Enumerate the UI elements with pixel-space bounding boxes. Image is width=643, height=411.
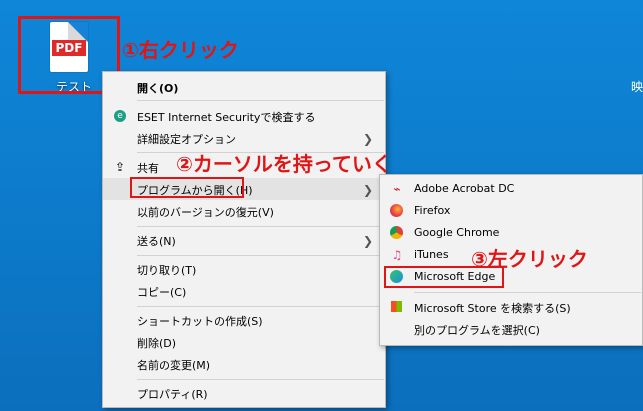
adobe-acrobat-icon: ⌁ (393, 182, 401, 196)
chrome-icon (390, 226, 403, 239)
desktop: PDF テスト 映 ①右クリック 開く(O) e ESET Internet S… (0, 0, 643, 411)
submenu-item-label: iTunes (414, 248, 449, 261)
submenu-item-label: Microsoft Store を検索する(S) (414, 302, 571, 315)
submenu-item-label: 別のプログラムを選択(C) (414, 324, 540, 337)
menu-item-label: 名前の変更(M) (137, 359, 211, 372)
menu-item-label: 共有 (137, 162, 159, 175)
menu-item-create-shortcut[interactable]: ショートカットの作成(S) (103, 309, 385, 331)
submenu-item-adobe-acrobat[interactable]: ⌁ Adobe Acrobat DC (380, 178, 642, 200)
desktop-edge-text: 映 (630, 80, 643, 94)
chevron-right-icon: ❯ (362, 234, 373, 248)
menu-item-delete[interactable]: 削除(D) (103, 331, 385, 353)
submenu-item-choose-other[interactable]: 別のプログラムを選択(C) (380, 318, 642, 340)
menu-item-properties[interactable]: プロパティ(R) (103, 382, 385, 404)
store-icon (391, 301, 402, 312)
menu-item-eset-scan[interactable]: e ESET Internet Securityで検査する (103, 105, 385, 127)
menu-item-label: 切り取り(T) (137, 264, 197, 277)
highlight-open-with-rect (130, 177, 244, 198)
menu-item-label: 削除(D) (137, 337, 177, 350)
menu-item-rename[interactable]: 名前の変更(M) (103, 353, 385, 375)
chevron-right-icon: ❯ (362, 183, 373, 197)
menu-separator (137, 379, 384, 380)
submenu-item-label: Firefox (414, 204, 451, 217)
submenu-item-chrome[interactable]: Google Chrome (380, 222, 642, 244)
submenu-item-store-search[interactable]: Microsoft Store を検索する(S) (380, 296, 642, 318)
annotation-step1: ①右クリック (122, 38, 239, 62)
firefox-icon (390, 204, 403, 217)
menu-item-label: 詳細設定オプション (137, 133, 236, 146)
menu-separator (414, 292, 641, 293)
menu-item-advanced-options[interactable]: 詳細設定オプション ❯ (103, 127, 385, 149)
menu-item-label: コピー(C) (137, 286, 187, 299)
menu-separator (137, 226, 384, 227)
menu-item-open[interactable]: 開く(O) (103, 76, 385, 98)
menu-separator (137, 255, 384, 256)
chevron-right-icon: ❯ (362, 132, 373, 146)
menu-item-copy[interactable]: コピー(C) (103, 280, 385, 302)
submenu-item-label: Adobe Acrobat DC (414, 182, 515, 195)
share-icon: ⇪ (114, 160, 126, 174)
submenu-item-label: Google Chrome (414, 226, 500, 239)
menu-item-send-to[interactable]: 送る(N) ❯ (103, 229, 385, 251)
itunes-icon: ♫ (391, 248, 403, 262)
context-menu: 開く(O) e ESET Internet Securityで検査する 詳細設定… (102, 71, 386, 408)
eset-icon: e (114, 110, 126, 122)
menu-item-label: 以前のバージョンの復元(V) (137, 206, 274, 219)
menu-item-restore-previous[interactable]: 以前のバージョンの復元(V) (103, 200, 385, 222)
submenu-item-firefox[interactable]: Firefox (380, 200, 642, 222)
menu-item-label: プロパティ(R) (137, 388, 208, 401)
annotation-step2: ②カーソルを持っていく (176, 152, 392, 176)
menu-item-cut[interactable]: 切り取り(T) (103, 258, 385, 280)
menu-separator (137, 306, 384, 307)
menu-item-label: 送る(N) (137, 235, 176, 248)
menu-item-label: 開く(O) (137, 82, 179, 95)
menu-item-label: ショートカットの作成(S) (137, 315, 263, 328)
menu-item-label: ESET Internet Securityで検査する (137, 111, 316, 124)
annotation-step3: ③左クリック (471, 247, 588, 271)
menu-separator (137, 100, 384, 101)
